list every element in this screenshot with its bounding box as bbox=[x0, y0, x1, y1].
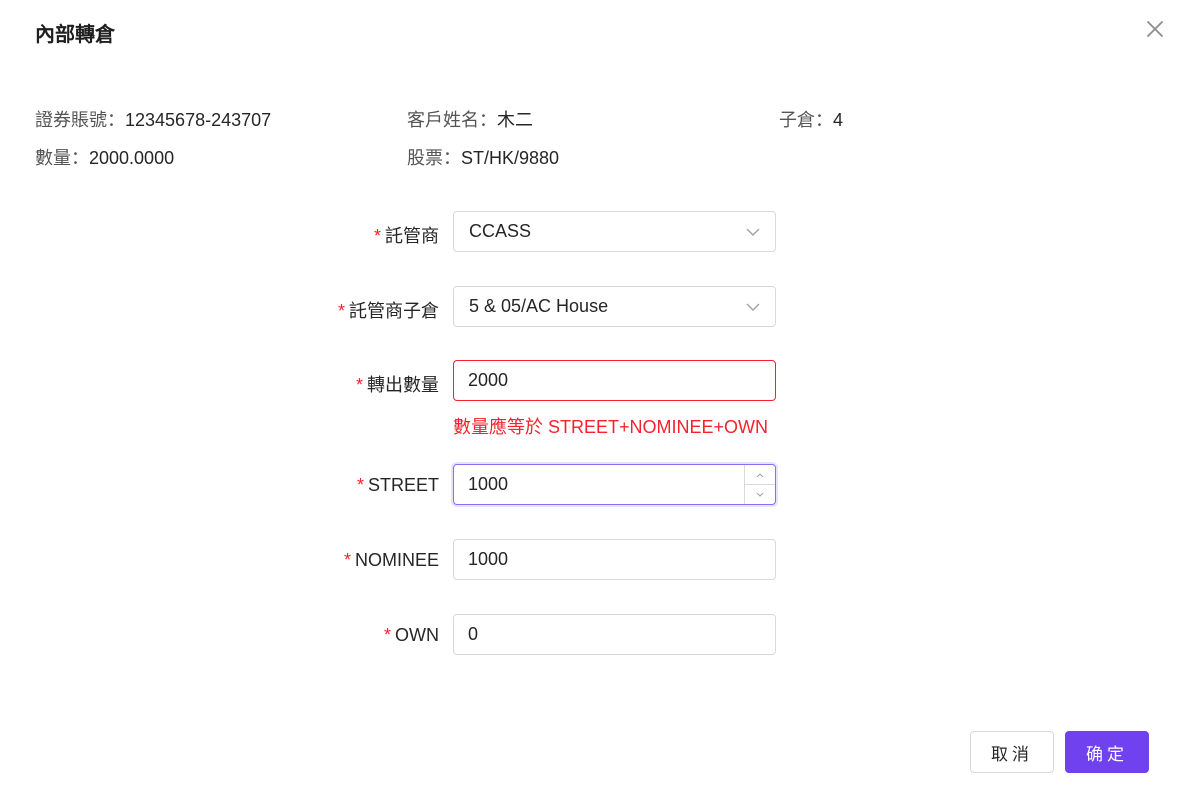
step-up-button[interactable] bbox=[745, 465, 775, 485]
required-mark: * bbox=[383, 625, 391, 645]
own-label: * OWN bbox=[384, 625, 439, 646]
chevron-up-icon bbox=[756, 472, 764, 477]
custodian-sub-select[interactable]: 5 & 05/AC House bbox=[453, 286, 776, 327]
customer-value: 木二 bbox=[497, 110, 533, 130]
street-stepper[interactable] bbox=[744, 465, 775, 504]
street-field[interactable] bbox=[453, 464, 776, 505]
custodian-sub-label-text: 託管商子倉 bbox=[349, 301, 439, 321]
street-label-text: STREET bbox=[367, 475, 439, 495]
required-mark: * bbox=[337, 301, 345, 321]
transfer-qty-input[interactable] bbox=[468, 361, 738, 400]
info-quantity: 數量：2000.0000 bbox=[35, 144, 174, 170]
info-subwarehouse: 子倉：4 bbox=[779, 106, 843, 132]
transfer-qty-label: * 轉出數量 bbox=[356, 371, 439, 397]
transfer-qty-field[interactable] bbox=[453, 360, 776, 401]
chevron-down-icon bbox=[746, 228, 760, 236]
info-stock: 股票：ST/HK/9880 bbox=[407, 144, 559, 170]
dialog-title: 內部轉倉 bbox=[35, 24, 115, 46]
custodian-label: * 託管商 bbox=[374, 222, 439, 248]
internal-transfer-dialog: 內部轉倉 證券賬號：12345678-243707 客戶姓名：木二 子倉：4 數… bbox=[0, 0, 1188, 805]
confirm-button[interactable]: 确定 bbox=[1065, 731, 1149, 773]
street-input[interactable] bbox=[468, 465, 738, 504]
custodian-sub-label: * 託管商子倉 bbox=[338, 297, 439, 323]
required-mark: * bbox=[373, 226, 381, 246]
nominee-label-text: NOMINEE bbox=[354, 550, 439, 570]
quantity-value: 2000.0000 bbox=[89, 148, 175, 168]
chevron-down-icon bbox=[756, 492, 764, 497]
custodian-value: CCASS bbox=[469, 221, 532, 241]
own-input[interactable] bbox=[468, 615, 738, 654]
required-mark: * bbox=[355, 375, 363, 395]
required-mark: * bbox=[343, 550, 351, 570]
account-label: 證券賬號： bbox=[35, 110, 125, 130]
nominee-field[interactable] bbox=[453, 539, 776, 580]
info-account: 證券賬號：12345678-243707 bbox=[35, 106, 271, 132]
custodian-select[interactable]: CCASS bbox=[453, 211, 776, 252]
cancel-button[interactable]: 取消 bbox=[970, 731, 1054, 773]
close-button[interactable] bbox=[1142, 16, 1168, 42]
subwarehouse-label: 子倉： bbox=[779, 110, 833, 130]
transfer-qty-label-text: 轉出數量 bbox=[367, 375, 439, 395]
own-label-text: OWN bbox=[395, 625, 439, 645]
step-down-button[interactable] bbox=[745, 485, 775, 504]
transfer-qty-error: 數量應等於 STREET+NOMINEE+OWN bbox=[453, 417, 769, 437]
quantity-label: 數量： bbox=[35, 148, 89, 168]
own-field[interactable] bbox=[453, 614, 776, 655]
required-mark: * bbox=[356, 475, 364, 495]
chevron-down-icon bbox=[746, 303, 760, 311]
close-icon bbox=[1147, 21, 1163, 37]
customer-label: 客戶姓名： bbox=[407, 110, 497, 130]
subwarehouse-value: 4 bbox=[833, 110, 844, 130]
stock-label: 股票： bbox=[407, 148, 461, 168]
nominee-input[interactable] bbox=[468, 540, 738, 579]
stock-value: ST/HK/9880 bbox=[461, 148, 560, 168]
custodian-sub-value: 5 & 05/AC House bbox=[469, 296, 609, 316]
account-value: 12345678-243707 bbox=[125, 110, 272, 130]
custodian-label-text: 託管商 bbox=[385, 226, 439, 246]
info-customer: 客戶姓名：木二 bbox=[407, 106, 533, 132]
street-label: * STREET bbox=[357, 475, 439, 496]
nominee-label: * NOMINEE bbox=[344, 550, 439, 571]
